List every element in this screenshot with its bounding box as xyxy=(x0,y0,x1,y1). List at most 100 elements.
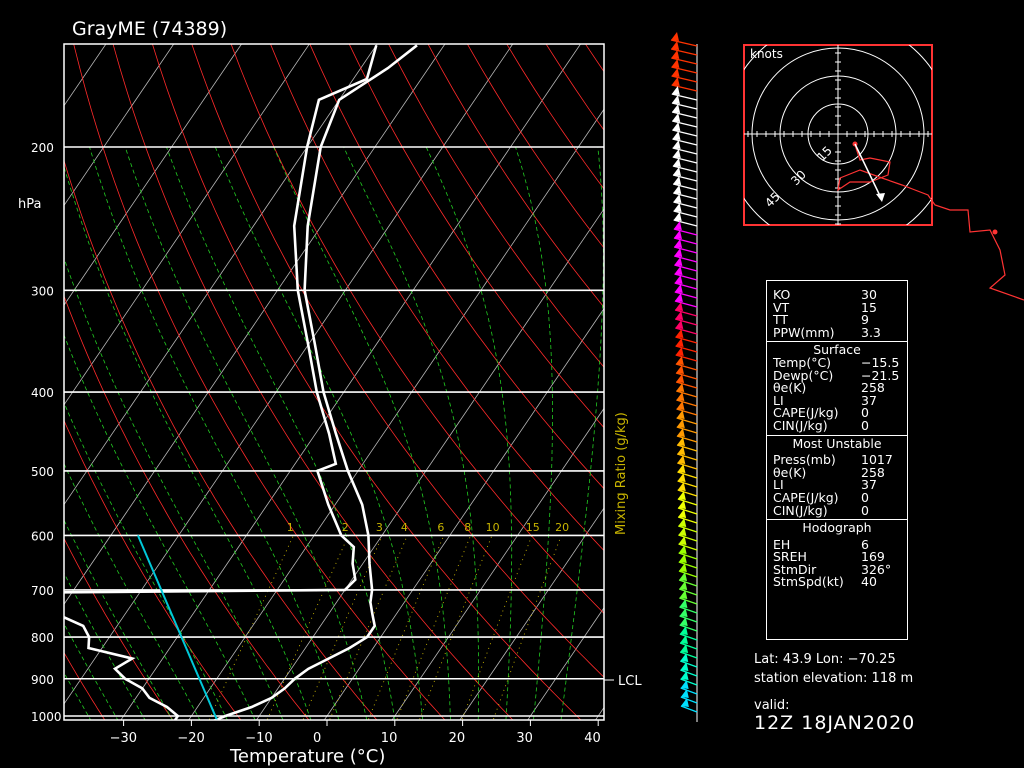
x-tick-label: −30 xyxy=(110,731,137,746)
dry-adiabat-line xyxy=(230,44,604,614)
pressure-unit-label: hPa xyxy=(18,197,41,212)
index-key: θe(K) xyxy=(773,380,807,396)
dry-adiabat-line xyxy=(270,44,604,552)
x-tick-label: −10 xyxy=(245,731,272,746)
hodograph: knots 153045 xyxy=(743,44,1024,301)
wind-barb xyxy=(676,417,698,425)
moist-adiabat-line xyxy=(0,147,44,733)
isotherm-line xyxy=(64,44,378,506)
y-tick-label: 500 xyxy=(31,465,54,479)
dry-adiabat-line xyxy=(64,419,242,720)
valid-time: 12Z 18JAN2020 xyxy=(754,712,916,734)
wind-barb xyxy=(677,462,698,470)
mixing-ratio-tick-label: 2 xyxy=(342,521,349,534)
mixing-ratio-tick-label: 20 xyxy=(555,521,569,534)
wind-barb-profile xyxy=(670,32,698,722)
mixing-ratio-tick-label: 3 xyxy=(376,521,383,534)
parcel-trace xyxy=(136,535,219,720)
wind-barb xyxy=(678,570,698,578)
x-tick-label: 20 xyxy=(449,731,466,746)
index-row: θe(K) 258 xyxy=(767,382,907,395)
wind-barb-flag xyxy=(671,50,680,59)
index-value: 0 xyxy=(861,502,869,518)
dry-adiabat-line xyxy=(151,44,582,720)
wind-barb xyxy=(679,624,698,632)
wind-barb xyxy=(680,669,698,677)
dry-adiabat-line xyxy=(0,21,45,733)
storm-motion-vector xyxy=(854,143,883,201)
index-key: CIN(J/kg) xyxy=(773,502,828,518)
y-tick-label: 700 xyxy=(31,584,54,598)
index-row: StmSpd(kt) 40 xyxy=(767,576,907,589)
y-tick-label: 400 xyxy=(31,386,54,400)
indices-panel: KO 30 VT 15 TT 9 PPW(mm) 3.3 Surface Temp(°C) −1… xyxy=(766,280,908,640)
moist-adiabat-line xyxy=(64,671,92,720)
y-tick-label: 200 xyxy=(31,141,54,155)
isotherm-line xyxy=(0,21,54,733)
moist-adiabat-line xyxy=(64,256,284,720)
index-row: VT 15 xyxy=(767,301,907,315)
chart-title: GrayME (74389) xyxy=(72,18,227,40)
station-latlon: Lat: 43.9 Lon: −70.25 xyxy=(754,652,896,667)
moist-adiabat-line xyxy=(64,165,312,720)
wind-barb xyxy=(676,435,698,443)
wind-barb xyxy=(677,516,698,524)
wind-barb xyxy=(678,525,698,533)
hodograph-ring-label: 15 xyxy=(814,143,835,164)
x-axis-label: Temperature (°C) xyxy=(229,746,385,767)
valid-label: valid: xyxy=(754,698,790,713)
wind-barb-flag xyxy=(671,59,680,68)
mixing-ratio-tick-label: 4 xyxy=(401,521,408,534)
index-key: CIN(J/kg) xyxy=(773,417,828,433)
y-tick-label: 300 xyxy=(31,284,54,298)
index-value: 3.3 xyxy=(861,324,881,340)
wind-barb xyxy=(679,642,698,650)
y-tick-label: 600 xyxy=(31,529,54,543)
wind-barb xyxy=(679,597,698,605)
mixing-ratio-tick-label: 6 xyxy=(437,521,444,534)
index-key: θe(K) xyxy=(773,464,807,480)
hodograph-point xyxy=(992,229,998,235)
wind-barb xyxy=(680,660,698,668)
mixing-ratio-line xyxy=(329,535,408,720)
wind-barb xyxy=(678,588,698,596)
y-tick-label: 1000 xyxy=(31,710,62,724)
moist-adiabat-line xyxy=(64,401,228,720)
wind-barb xyxy=(677,471,698,479)
wind-barb xyxy=(678,543,698,551)
wind-barb xyxy=(677,507,698,515)
wind-barb xyxy=(679,651,698,659)
index-value: 40 xyxy=(861,574,877,590)
moist-adiabat-line xyxy=(515,146,553,720)
wind-barb xyxy=(678,561,698,569)
wind-barb xyxy=(676,453,698,461)
dry-adiabat-line xyxy=(64,294,310,720)
lcl-label: LCL xyxy=(618,674,642,689)
wind-barb xyxy=(679,606,698,614)
x-tick-label: 40 xyxy=(584,731,601,746)
dry-adiabat-line xyxy=(64,537,174,720)
isotherm-line xyxy=(64,44,310,406)
index-row: θe(K) 258 xyxy=(767,464,907,480)
moist-adiabat-line xyxy=(64,334,256,720)
wind-barb xyxy=(680,696,698,704)
moist-adiabat-line xyxy=(273,146,451,720)
hodograph-ring-label: 30 xyxy=(788,167,809,188)
x-tick-label: 0 xyxy=(313,731,321,746)
wind-barb xyxy=(677,498,698,506)
dry-adiabat-line xyxy=(73,44,446,720)
x-tick-label: 30 xyxy=(516,731,533,746)
wind-barb-flag xyxy=(671,68,680,77)
index-row: PPW(mm) 3.3 xyxy=(767,324,907,340)
mixing-ratio-line xyxy=(461,535,533,720)
x-tick-label: 10 xyxy=(381,731,398,746)
index-row: CIN(J/kg) 0 xyxy=(767,502,907,518)
wind-barb xyxy=(677,480,698,488)
mixing-ratio-tick-label: 1 xyxy=(287,521,294,534)
index-key: PPW(mm) xyxy=(773,324,835,340)
isotherm-line xyxy=(64,44,107,107)
wind-barb-flag xyxy=(671,32,679,41)
wind-barb xyxy=(678,552,698,560)
hodograph-ring-label: 45 xyxy=(762,189,783,210)
index-row: CIN(J/kg) 0 xyxy=(767,417,907,433)
